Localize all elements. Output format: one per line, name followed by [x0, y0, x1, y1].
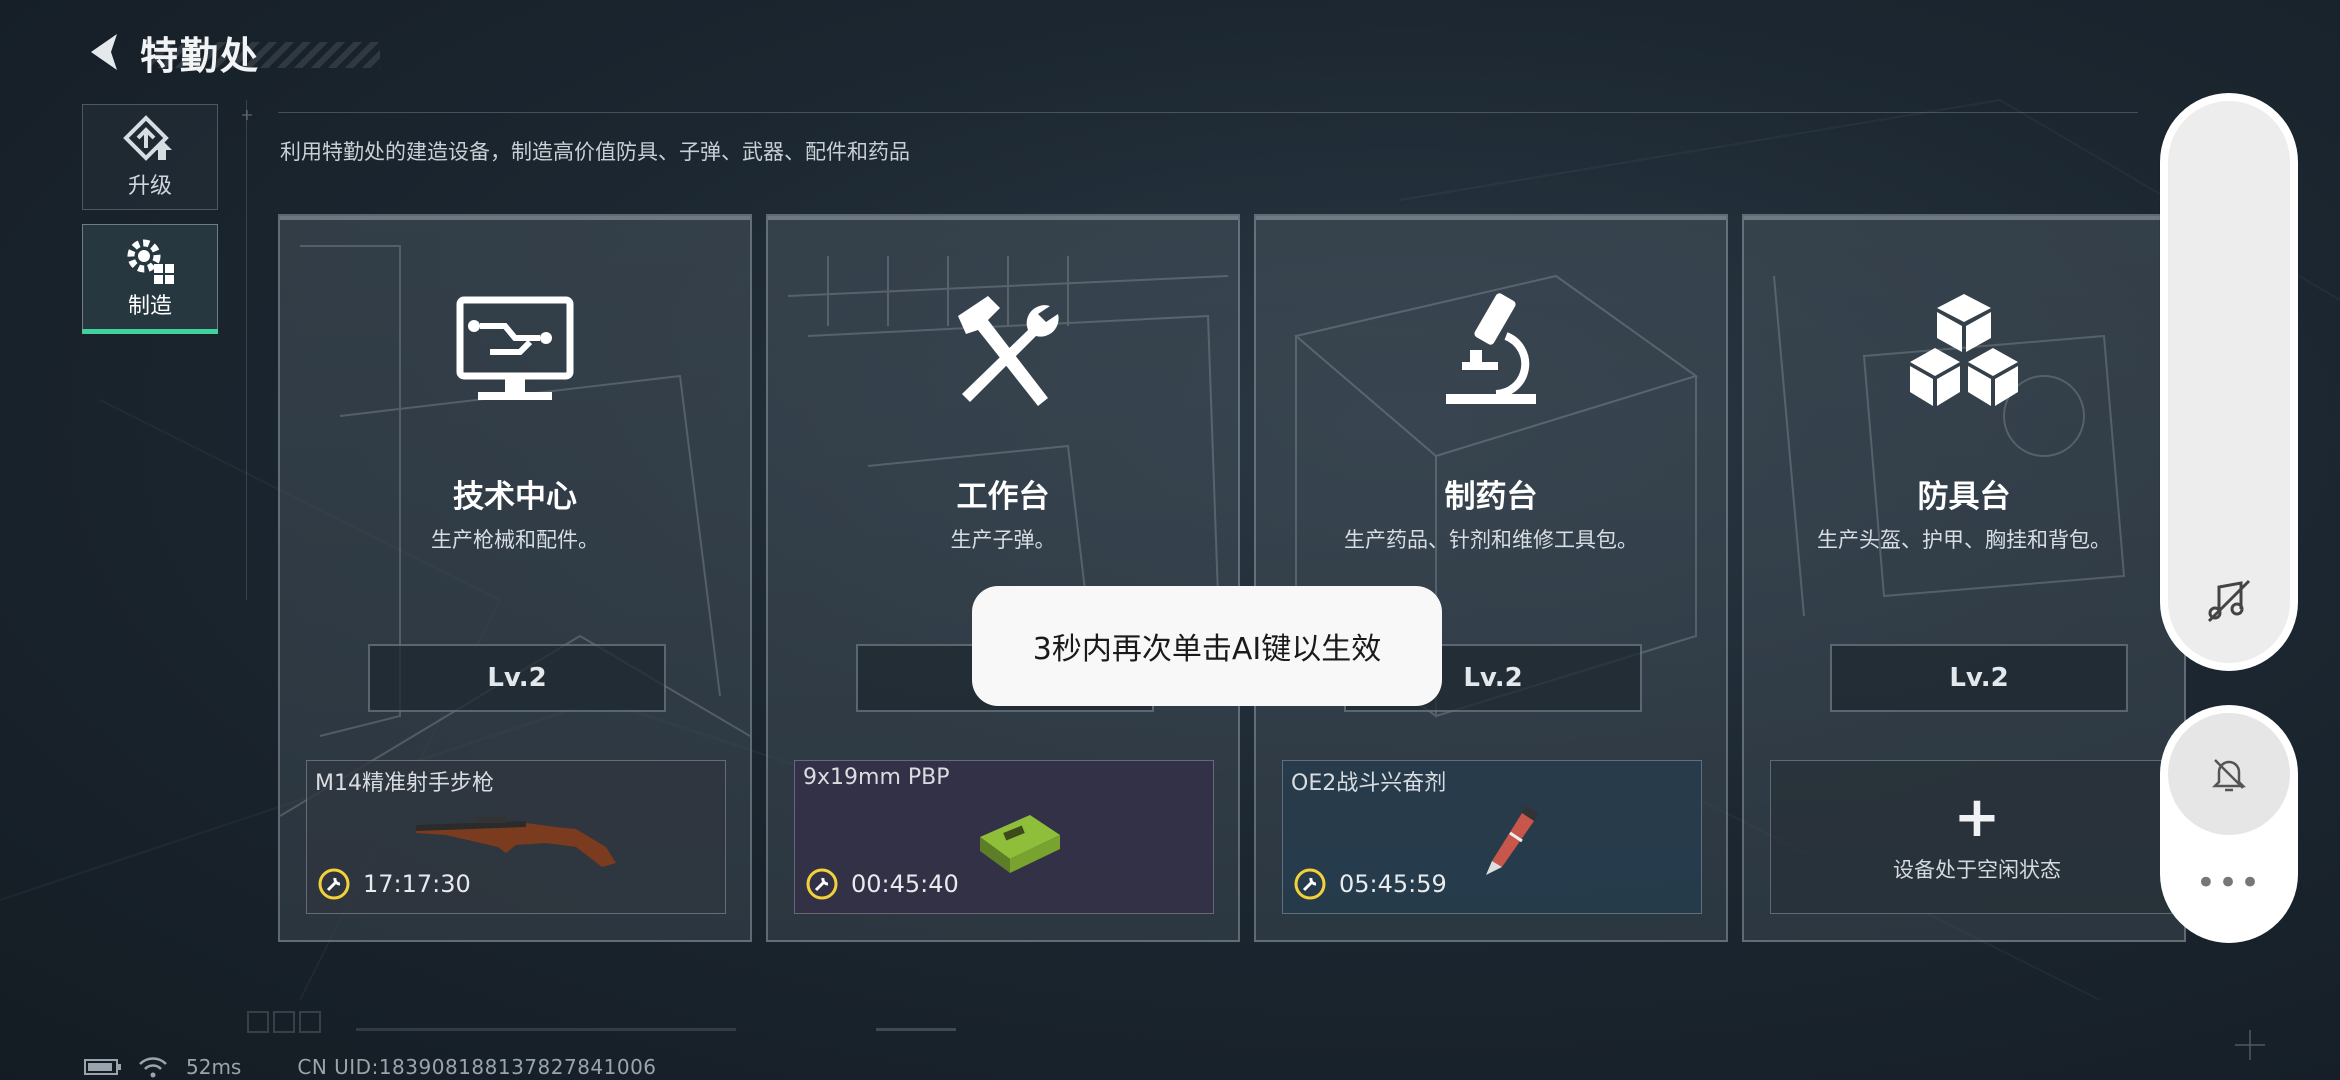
- floating-notification-panel[interactable]: •••: [2160, 705, 2298, 943]
- upgrade-icon: [123, 115, 172, 161]
- music-off-icon[interactable]: [2201, 573, 2257, 629]
- facility-name: 防具台: [1917, 479, 2011, 515]
- back-button[interactable]: [80, 27, 130, 77]
- facility-name: 工作台: [956, 479, 1050, 515]
- item-name: 9x19mm PBP: [803, 765, 950, 790]
- level-button[interactable]: Lv.2: [1830, 644, 2128, 712]
- gear-manufacture-icon: [127, 239, 174, 284]
- timer-text: 00:45:40: [851, 870, 959, 898]
- facility-name: 制药台: [1444, 479, 1538, 515]
- facility-card-tech-center[interactable]: 技术中心 生产枪械和配件。 Lv.2 M14精准射手步枪 17:17:30: [278, 214, 752, 942]
- production-timer: 05:45:59: [1293, 867, 1447, 901]
- timer-text: 17:17:30: [363, 870, 471, 898]
- tab-upgrade[interactable]: 升级: [82, 104, 218, 210]
- wifi-icon: [139, 1057, 167, 1078]
- facility-card-pharmacy[interactable]: 制药台 生产药品、针剂和维修工具包。 Lv.2 OE2战斗兴奋剂 05:45:5…: [1254, 214, 1728, 942]
- notification-toggle[interactable]: [2168, 713, 2290, 835]
- tab-manufacture-label: 制造: [127, 294, 172, 319]
- facility-description: 生产子弹。: [950, 528, 1056, 552]
- page-header: 特勤处: [80, 22, 381, 82]
- bottom-decoration: [247, 1011, 956, 1033]
- ping-text: 52ms: [186, 1055, 242, 1079]
- item-name: M14精准射手步枪: [315, 771, 494, 796]
- bell-off-icon: [2211, 759, 2247, 792]
- hammer-wrench-icon: [958, 296, 1059, 406]
- uid-text: CN UID:1839081881378278410​06: [297, 1055, 657, 1079]
- facility-description: 生产头盔、护甲、胸挂和背包。: [1817, 528, 2111, 552]
- title-decoration: [150, 42, 381, 68]
- wrench-timer-icon: [806, 868, 838, 900]
- tab-upgrade-label: 升级: [127, 174, 172, 199]
- level-button[interactable]: Lv.2: [368, 644, 666, 712]
- facility-card-workbench[interactable]: 工作台 生产子弹。 Lv.2 9x19mm PBP 00:45:40: [766, 214, 1240, 942]
- divider: [278, 112, 2138, 113]
- production-slot[interactable]: OE2战斗兴奋剂 05:45:59: [1282, 760, 1702, 914]
- wrench-timer-icon: [1294, 868, 1326, 900]
- microscope-icon: [1446, 293, 1536, 404]
- status-bar: 52ms CN UID:1839081881378278410​06: [84, 1055, 657, 1079]
- battery-icon: [84, 1059, 121, 1075]
- production-timer: 17:17:30: [317, 867, 471, 901]
- cubes-icon: [1910, 294, 2018, 406]
- facility-description: 生产药品、针剂和维修工具包。: [1344, 528, 1638, 552]
- tab-manufacture[interactable]: 制造: [82, 224, 218, 334]
- more-options-icon[interactable]: •••: [2160, 866, 2298, 900]
- production-slot[interactable]: M14精准射手步枪 17:17:30: [306, 760, 726, 914]
- item-name: OE2战斗兴奋剂: [1291, 771, 1447, 796]
- toast-message: 3秒内再次单击AI键以生效: [972, 586, 1442, 706]
- idle-status-text: 设备处于空闲状态: [1893, 858, 2061, 882]
- monitor-icon: [456, 296, 574, 400]
- production-timer: 00:45:40: [805, 867, 959, 901]
- floating-side-panel[interactable]: [2160, 93, 2298, 671]
- divider: [246, 100, 247, 600]
- back-arrow-icon: [91, 34, 117, 70]
- facility-card-armor[interactable]: 防具台 生产头盔、护甲、胸挂和背包。 Lv.2 + 设备处于空闲状态: [1742, 214, 2186, 942]
- add-icon: +: [1953, 785, 2001, 850]
- wrench-timer-icon: [318, 868, 350, 900]
- production-slot[interactable]: 9x19mm PBP 00:45:40: [794, 760, 1214, 914]
- facility-name: 技术中心: [453, 479, 577, 515]
- timer-text: 05:45:59: [1339, 870, 1447, 898]
- empty-production-slot[interactable]: + 设备处于空闲状态: [1770, 760, 2184, 914]
- facility-description: 生产枪械和配件。: [431, 528, 599, 552]
- page-description: 利用特勤处的建造设备，制造高价值防具、子弹、武器、配件和药品: [280, 140, 910, 164]
